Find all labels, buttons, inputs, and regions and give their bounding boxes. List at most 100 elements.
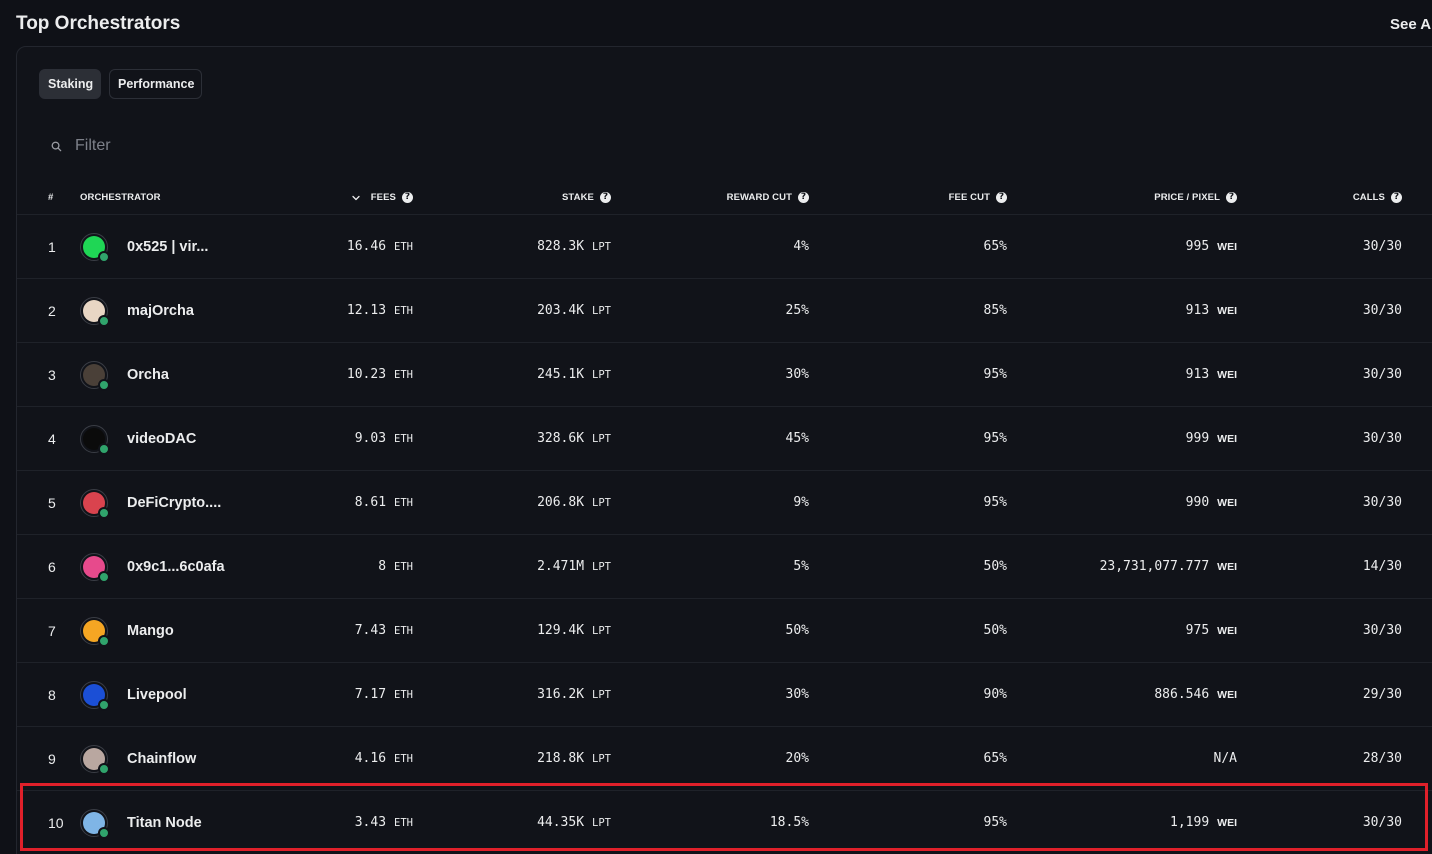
avatar-cell (80, 471, 114, 534)
stake-cell: 206.8K LPT (457, 471, 611, 534)
table-row[interactable]: 10 Titan Node 3.43 ETH 44.35K LPT 18.5% 95% 1,19… (17, 791, 1432, 854)
reward-cut-value: 25% (785, 303, 809, 318)
fees-unit: ETH (394, 816, 413, 829)
calls-value: 28/30 (1362, 751, 1402, 766)
stake-value: 2.471M (537, 559, 585, 574)
help-icon[interactable]: ? (1226, 192, 1237, 203)
help-icon[interactable]: ? (798, 192, 809, 203)
column-fee-cut-label: FEE CUT (948, 192, 990, 203)
avatar (80, 360, 110, 391)
avatar-cell (80, 343, 114, 406)
tab-staking[interactable]: Staking (39, 69, 101, 99)
fee-cut-cell: 95% (857, 471, 1007, 534)
column-stake[interactable]: STAKE ? (457, 192, 611, 203)
stake-value: 316.2K (537, 687, 585, 702)
table-row[interactable]: 3 Orcha 10.23 ETH 245.1K LPT 30% 95% 913 WEI 30/30 (17, 343, 1432, 407)
status-dot-icon (98, 250, 110, 263)
fees-cell: 7.43 ETH (267, 599, 413, 662)
search-icon (51, 141, 62, 151)
avatar (80, 232, 110, 263)
price-unit: WEI (1217, 816, 1237, 829)
table-row[interactable]: 1 0x525 | vir... 16.46 ETH 828.3K LPT 4% 65% 995… (17, 215, 1432, 279)
reward-cut-value: 4% (793, 239, 809, 254)
price-value: 1,199 (1170, 815, 1210, 830)
column-price-pixel-label: PRICE / PIXEL (1154, 192, 1220, 203)
reward-cut-cell: 25% (657, 279, 809, 342)
stake-value: 203.4K (537, 303, 585, 318)
price-cell: 913 WEI (1017, 279, 1237, 342)
stake-value: 218.8K (537, 751, 585, 766)
status-dot-icon (98, 570, 110, 583)
filter-box[interactable] (48, 134, 448, 158)
help-icon[interactable]: ? (1391, 192, 1402, 203)
stake-unit: LPT (592, 560, 611, 573)
fees-cell: 4.16 ETH (267, 727, 413, 790)
avatar-cell (80, 663, 114, 726)
fee-cut-cell: 85% (857, 279, 1007, 342)
help-icon[interactable]: ? (996, 192, 1007, 203)
fees-cell: 16.46 ETH (267, 215, 413, 278)
price-cell: 990 WEI (1017, 471, 1237, 534)
column-fees[interactable]: FEES ? (317, 192, 413, 203)
help-icon[interactable]: ? (402, 192, 413, 203)
column-orchestrator[interactable]: ORCHESTRATOR (80, 192, 161, 203)
price-value: 975 (1185, 623, 1210, 638)
price-value: 913 (1185, 367, 1210, 382)
reward-cut-cell: 45% (657, 407, 809, 470)
page-title: Top Orchestrators (16, 13, 181, 34)
table-row[interactable]: 5 DeFiCrypto.... 8.61 ETH 206.8K LPT 9% 95% 990 W… (17, 471, 1432, 535)
fees-value: 9.03 (354, 431, 387, 446)
fee-cut-cell: 65% (857, 215, 1007, 278)
row-rank: 2 (48, 302, 56, 319)
stake-value: 129.4K (537, 623, 585, 638)
fees-unit: ETH (394, 688, 413, 701)
fee-cut-value: 95% (983, 367, 1007, 382)
see-all-link[interactable]: See Al (1390, 16, 1432, 33)
fees-unit: ETH (394, 432, 413, 445)
stake-cell: 129.4K LPT (457, 599, 611, 662)
help-icon[interactable]: ? (600, 192, 611, 203)
table-row[interactable]: 2 majOrcha 12.13 ETH 203.4K LPT 25% 85% 913 WEI 30… (17, 279, 1432, 343)
fees-cell: 9.03 ETH (267, 407, 413, 470)
calls-value: 30/30 (1362, 431, 1402, 446)
column-fee-cut[interactable]: FEE CUT ? (857, 192, 1007, 203)
status-dot-icon (98, 314, 110, 327)
table-row[interactable]: 8 Livepool 7.17 ETH 316.2K LPT 30% 90% 886.546 WE… (17, 663, 1432, 727)
table-row[interactable]: 9 Chainflow 4.16 ETH 218.8K LPT 20% 65% N/A 28/30 (17, 727, 1432, 791)
reward-cut-value: 50% (785, 623, 809, 638)
fee-cut-value: 95% (983, 495, 1007, 510)
column-fees-label: FEES (370, 192, 396, 203)
row-rank: 3 (48, 366, 56, 383)
price-value: 990 (1185, 495, 1210, 510)
avatar-cell (80, 599, 114, 662)
table-row[interactable]: 7 Mango 7.43 ETH 129.4K LPT 50% 50% 975 WEI 30/30 (17, 599, 1432, 663)
chevron-down-icon (352, 195, 360, 200)
reward-cut-cell: 18.5% (657, 791, 809, 854)
calls-value: 14/30 (1362, 559, 1402, 574)
status-dot-icon (98, 634, 110, 647)
stake-unit: LPT (592, 688, 611, 701)
price-unit: WEI (1217, 560, 1237, 573)
avatar-cell (80, 215, 114, 278)
row-rank: 7 (48, 622, 56, 639)
table-row[interactable]: 6 0x9c1...6c0afa 8 ETH 2.471M LPT 5% 50% 23,731,… (17, 535, 1432, 599)
filter-input[interactable] (75, 137, 375, 155)
reward-cut-cell: 50% (657, 599, 809, 662)
column-price-pixel[interactable]: PRICE / PIXEL ? (1017, 192, 1237, 203)
fees-cell: 3.43 ETH (267, 791, 413, 854)
column-calls[interactable]: CALLS ? (1297, 192, 1402, 203)
stake-cell: 316.2K LPT (457, 663, 611, 726)
tab-performance[interactable]: Performance (109, 69, 202, 99)
column-reward-cut-label: REWARD CUT (726, 192, 792, 203)
status-dot-icon (98, 826, 110, 839)
stake-cell: 245.1K LPT (457, 343, 611, 406)
fees-value: 10.23 (346, 367, 387, 382)
reward-cut-value: 5% (793, 559, 809, 574)
table-row[interactable]: 4 videoDAC 9.03 ETH 328.6K LPT 45% 95% 999 WEI 30/… (17, 407, 1432, 471)
fee-cut-value: 95% (983, 431, 1007, 446)
column-reward-cut[interactable]: REWARD CUT ? (657, 192, 809, 203)
price-unit: WEI (1217, 624, 1237, 637)
avatar-cell (80, 407, 114, 470)
price-cell: N/A (1017, 727, 1237, 790)
calls-cell: 30/30 (1297, 791, 1402, 854)
